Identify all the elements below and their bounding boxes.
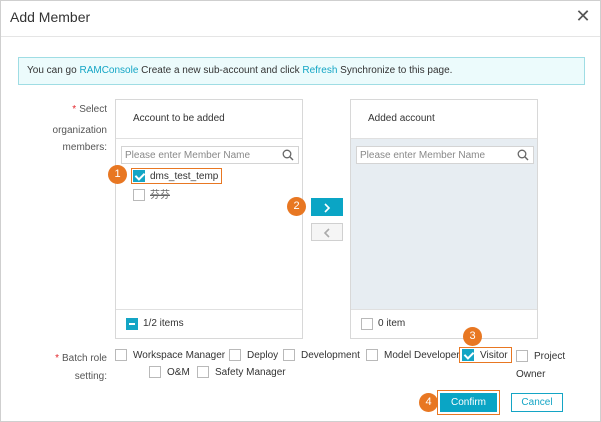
required-mark: * — [55, 353, 59, 364]
target-panel-footer: 0 item — [351, 309, 537, 338]
step-badge-4: 4 — [419, 393, 438, 412]
role-checkbox[interactable] — [283, 349, 295, 362]
role-checkbox[interactable] — [197, 366, 209, 379]
notice-text-after: Synchronize to this page. — [337, 65, 453, 76]
source-search-input[interactable] — [122, 147, 277, 163]
step-badge-1: 1 — [108, 165, 127, 184]
role-checkbox[interactable] — [149, 366, 161, 379]
step-badge-2: 2 — [287, 197, 306, 216]
dialog-title: Add Member — [10, 9, 91, 25]
member-item-fenfen[interactable]: 芬芬 — [133, 188, 170, 204]
cancel-button[interactable]: Cancel — [511, 393, 563, 412]
role-model-developer[interactable]: Model Developer — [366, 348, 460, 364]
search-icon[interactable] — [517, 149, 529, 161]
info-notice: You can go RAMConsole Create a new sub-a… — [18, 57, 585, 85]
role-label: O&M — [167, 367, 190, 378]
target-list-panel: Added account 0 item — [350, 99, 538, 339]
source-list-panel: Account to be added dms_test_temp 芬芬 1/2… — [115, 99, 303, 339]
target-panel-header: Added account — [351, 100, 537, 139]
target-search-input[interactable] — [357, 147, 512, 163]
role-label: Development — [301, 350, 360, 361]
refresh-link[interactable]: Refresh — [302, 65, 337, 76]
search-icon[interactable] — [282, 149, 294, 161]
label-line-1: Select — [79, 104, 107, 115]
label-line-1: Batch role — [61, 353, 107, 364]
select-all-checkbox[interactable] — [126, 318, 138, 330]
step-badge-3: 3 — [463, 327, 482, 346]
member-item-dms-test-temp[interactable]: dms_test_temp — [131, 168, 223, 184]
target-count: 0 item — [378, 318, 406, 329]
role-checkbox[interactable] — [229, 349, 241, 362]
role-label: Workspace Manager — [133, 350, 226, 361]
label-line-2: setting: — [74, 371, 107, 382]
role-label: Visitor — [480, 350, 508, 361]
member-checkbox[interactable] — [133, 170, 145, 183]
source-search-field — [121, 146, 299, 164]
source-panel-footer: 1/2 items — [116, 309, 302, 338]
select-all-checkbox[interactable] — [361, 318, 373, 330]
select-members-label: * Select organization members: — [31, 99, 107, 165]
role-checkbox[interactable] — [462, 349, 474, 362]
member-name: 芬芬 — [150, 190, 170, 201]
role-development[interactable]: Development — [283, 348, 360, 364]
source-panel-header: Account to be added — [116, 100, 302, 139]
move-right-button[interactable] — [311, 198, 343, 216]
target-search-field — [356, 146, 534, 164]
batch-role-label: * Batch role setting: — [41, 348, 107, 386]
close-icon[interactable]: ✕ — [574, 6, 592, 26]
role-checkbox[interactable] — [516, 350, 528, 363]
confirm-button[interactable]: Confirm — [440, 393, 497, 412]
notice-text-before: You can go — [27, 65, 80, 76]
role-project-owner[interactable]: Project Owner — [516, 348, 598, 384]
target-panel-title: Added account — [368, 113, 435, 124]
source-count: 1/2 items — [143, 318, 184, 329]
role-checkbox[interactable] — [115, 349, 127, 362]
role-label: Deploy — [247, 350, 279, 361]
role-deploy[interactable]: Deploy — [229, 348, 278, 364]
required-mark: * — [72, 104, 77, 115]
role-label: Model Developer — [384, 350, 460, 361]
dialog-header: Add Member ✕ — [1, 1, 600, 37]
source-panel-title: Account to be added — [133, 113, 225, 124]
role-visitor[interactable]: Visitor — [459, 347, 512, 363]
role-checkbox[interactable] — [366, 349, 378, 362]
ram-console-link[interactable]: RAMConsole — [79, 65, 138, 76]
chevron-left-icon — [323, 228, 330, 238]
chevron-right-icon — [324, 203, 331, 213]
member-name: dms_test_temp — [150, 171, 219, 182]
role-label: Safety Manager — [215, 367, 286, 378]
role-om[interactable]: O&M — [149, 365, 190, 381]
notice-text-middle: Create a new sub-account and click — [138, 65, 303, 76]
role-safety-manager[interactable]: Safety Manager — [197, 365, 286, 381]
add-member-dialog: Add Member ✕ You can go RAMConsole Creat… — [0, 0, 601, 422]
role-workspace-manager[interactable]: Workspace Manager — [115, 348, 225, 364]
label-line-3: members: — [62, 142, 107, 153]
move-left-button[interactable] — [311, 223, 343, 241]
member-checkbox[interactable] — [133, 189, 145, 202]
